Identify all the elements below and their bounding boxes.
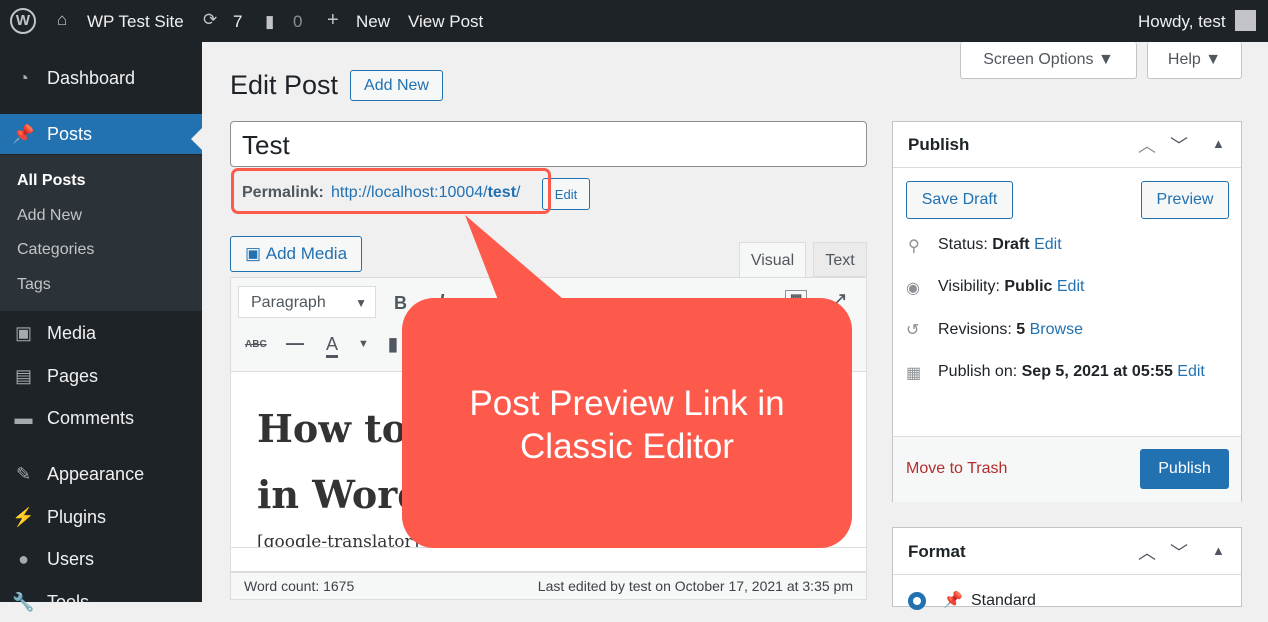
eye-icon: ◉	[906, 280, 920, 297]
publish-box: Publish ︿ ﹀ ▲ Save Draft Preview ⚲ Statu…	[892, 121, 1242, 502]
collapse-icon[interactable]: ▲	[1212, 136, 1225, 151]
save-draft-button[interactable]: Save Draft	[906, 181, 1013, 219]
edit-date-link[interactable]: Edit	[1177, 363, 1205, 380]
calendar-icon: ▦	[906, 365, 922, 382]
edit-status-link[interactable]: Edit	[1034, 236, 1062, 253]
move-up-icon[interactable]: ︿	[1138, 132, 1156, 158]
callout-box: Post Preview Link in Classic Editor	[402, 298, 852, 548]
pin-icon: 📌	[943, 592, 963, 609]
revisions-icon: ↺	[906, 322, 920, 339]
callout-line1: Post Preview Link in	[469, 384, 785, 423]
edit-visibility-link[interactable]: Edit	[1057, 278, 1085, 295]
publish-title: Publish	[908, 135, 970, 154]
move-to-trash-link[interactable]: Move to Trash	[906, 460, 1007, 478]
move-down-icon[interactable]: ﹀	[1170, 539, 1188, 565]
format-title: Format	[908, 542, 966, 561]
standard-format-radio[interactable]	[908, 592, 926, 610]
browse-revisions-link[interactable]: Browse	[1030, 321, 1083, 338]
standard-format-label: Standard	[971, 592, 1036, 609]
move-down-icon[interactable]: ﹀	[1170, 132, 1188, 158]
move-up-icon[interactable]: ︿	[1138, 539, 1156, 565]
pin-icon: ⚲	[908, 238, 920, 255]
publish-button[interactable]: Publish	[1140, 449, 1229, 489]
collapse-icon[interactable]: ▲	[1212, 543, 1225, 558]
format-box: Format ︿ ﹀ ▲ 📌 Standard	[892, 527, 1242, 610]
preview-button[interactable]: Preview	[1141, 181, 1229, 219]
callout-line2: Classic Editor	[520, 427, 734, 466]
